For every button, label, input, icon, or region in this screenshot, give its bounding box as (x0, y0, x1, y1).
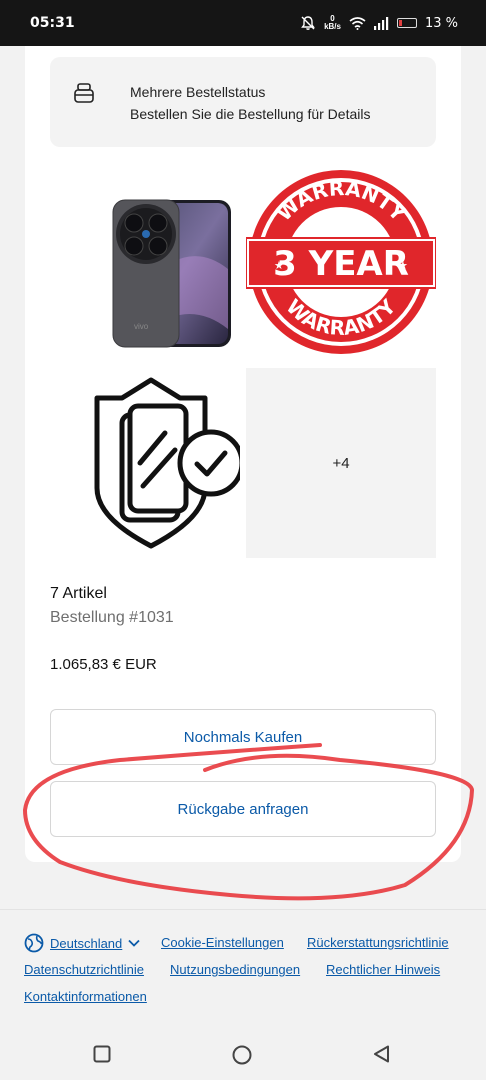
product-thumbnail-warranty[interactable]: 3 YEAR WARRANTY WARRANTY ★ ★ ★ ★ ★ ★ ★ ★… (246, 167, 436, 357)
order-status-subtitle: Bestellen Sie die Bestellung für Details (130, 106, 371, 122)
request-return-button[interactable]: Rückgabe anfragen (50, 781, 436, 837)
svg-text:★: ★ (274, 259, 284, 272)
footer-link-legal-notice[interactable]: Rechtlicher Hinweis (326, 962, 440, 977)
system-navigation-bar (0, 1031, 486, 1080)
net-speed: 0 kB/s (324, 15, 341, 31)
svg-text:★ ★ ★ ★ ★ ★ ★: ★ ★ ★ ★ ★ ★ ★ (306, 225, 380, 235)
protection-shield-icon (94, 377, 245, 549)
battery-percent: 13 % (424, 15, 458, 31)
footer-link-refund-policy[interactable]: Rückerstattungsrichtlinie (307, 935, 449, 950)
wifi-icon (349, 17, 366, 30)
chevron-down-icon (128, 939, 140, 947)
net-speed-unit: kB/s (324, 22, 341, 31)
svg-text:★ ★ ★ ★ ★ ★ ★: ★ ★ ★ ★ ★ ★ ★ (306, 295, 380, 305)
warranty-years-text: 3 YEAR (273, 244, 409, 284)
country-label: Deutschland (50, 935, 123, 951)
bell-off-icon (301, 16, 315, 30)
country-selector[interactable]: Deutschland (24, 933, 140, 953)
order-card: Mehrere Bestellstatus Bestellen Sie die … (25, 46, 461, 862)
order-status-title: Mehrere Bestellstatus (130, 84, 266, 100)
status-bar: 05:31 0 kB/s 13 % (0, 0, 486, 46)
warranty-badge-image: 3 YEAR WARRANTY WARRANTY ★ ★ ★ ★ ★ ★ ★ ★… (246, 170, 436, 354)
buy-again-button[interactable]: Nochmals Kaufen (50, 709, 436, 765)
footer-link-contact-information[interactable]: Kontaktinformationen (24, 989, 147, 1004)
back-icon[interactable] (373, 1045, 391, 1063)
order-total: 1.065,83 € EUR (50, 656, 157, 673)
phone-image: vivo (112, 199, 231, 348)
item-count: 7 Artikel (50, 585, 107, 602)
status-time: 05:31 (30, 15, 75, 31)
footer-link-privacy-policy[interactable]: Datenschutzrichtlinie (24, 962, 144, 977)
product-thumbnail-phone[interactable]: vivo (50, 179, 240, 369)
more-products-tile[interactable]: +4 (246, 368, 436, 558)
svg-text:★: ★ (398, 259, 408, 272)
globe-icon (24, 933, 44, 953)
status-icons: 0 kB/s 13 % (300, 15, 458, 31)
footer-divider (0, 909, 486, 910)
more-products-count: +4 (332, 454, 350, 472)
product-thumbnail-protection[interactable] (50, 368, 245, 558)
signal-icon (373, 16, 389, 30)
order-box-icon (74, 83, 94, 103)
order-number: Bestellung #1031 (50, 609, 174, 626)
phone-brand-text: vivo (134, 322, 149, 331)
recent-apps-icon[interactable] (93, 1045, 111, 1063)
battery-icon (396, 18, 417, 28)
order-status-box[interactable]: Mehrere Bestellstatus Bestellen Sie die … (50, 57, 436, 147)
home-icon[interactable] (232, 1045, 252, 1065)
footer-link-terms-of-service[interactable]: Nutzungsbedingungen (170, 962, 300, 977)
footer-link-cookie-settings[interactable]: Cookie-Einstellungen (161, 935, 284, 950)
